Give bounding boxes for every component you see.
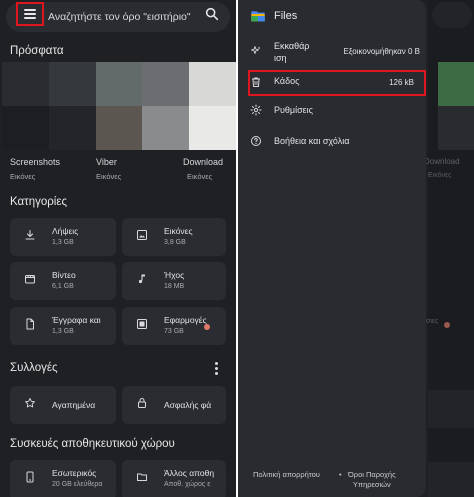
drawer-item-label: Βοήθεια και σχόλια: [274, 136, 350, 146]
footer-separator: •: [339, 470, 342, 479]
folder-icon: [137, 473, 147, 481]
category-size: 73 GB: [164, 328, 184, 335]
storage-free: Αποθ. χώρος ε: [164, 481, 211, 488]
category-label: Έγγραφα και: [52, 315, 101, 325]
background-label: Download: [424, 157, 460, 166]
files-navigation-drawer-screen: Download Εικόνες σιες Files Εκκαθάρ ιση …: [238, 0, 474, 497]
category-label: Λήψεις: [52, 226, 79, 236]
drawer-item-label: ιση: [274, 53, 287, 63]
drawer-item-label: Εκκαθάρ: [274, 41, 310, 51]
recent-thumbnail[interactable]: [189, 62, 236, 106]
recent-thumbnails[interactable]: [2, 62, 236, 150]
recent-thumbnail[interactable]: [48, 62, 96, 106]
collections-section-title: Συλλογές: [10, 362, 58, 374]
category-size: 6,1 GB: [52, 283, 74, 290]
search-placeholder[interactable]: Αναζητήστε τον όρο "εισιτήριο": [48, 11, 191, 23]
download-icon: [25, 229, 35, 240]
category-size: 1,3 GB: [52, 328, 74, 335]
category-label: Εφαρμογές: [164, 315, 207, 325]
category-size: 1,3 GB: [52, 239, 74, 246]
phone-icon: [26, 471, 34, 483]
category-size: 18 MB: [164, 283, 185, 290]
files-logo-icon: [251, 11, 265, 22]
music-note-icon: [138, 274, 145, 284]
recent-section-title: Πρόσφατα: [10, 45, 64, 57]
recent-folder-type: Εικόνες: [187, 172, 213, 181]
collection-favorites[interactable]: Αγαπημένα: [10, 386, 116, 424]
image-icon: [137, 230, 147, 240]
recent-thumbnail[interactable]: [95, 62, 143, 106]
background-content: Download Εικόνες σιες: [424, 0, 474, 497]
storage-internal[interactable]: Εσωτερικός 20 GB ελεύθερα: [10, 460, 116, 497]
drawer-item-label: Κάδος: [274, 76, 300, 86]
video-icon: [25, 275, 35, 284]
terms-line: Υπηρεσιών: [352, 480, 391, 489]
help-icon: [251, 136, 261, 146]
storage-label: Άλλος αποθη: [164, 468, 215, 478]
sparkle-icon: [251, 46, 261, 54]
lock-icon: [138, 398, 146, 408]
recent-thumbnail[interactable]: [2, 106, 49, 150]
storage-other[interactable]: Άλλος αποθη Αποθ. χώρος ε: [122, 460, 226, 497]
drawer-item-clean[interactable]: Εκκαθάρ ιση Εξοικονομήθηκαν 0 B: [238, 40, 426, 66]
categories-section-title: Κατηγορίες: [10, 196, 68, 208]
document-icon: [26, 318, 34, 330]
star-icon: [25, 398, 35, 408]
menu-button[interactable]: [16, 2, 44, 26]
search-icon[interactable]: [204, 6, 220, 22]
drawer-item-value: 126 kB: [389, 78, 414, 87]
storage-label: Εσωτερικός: [52, 468, 97, 478]
recent-thumbnail[interactable]: [95, 106, 143, 150]
recent-folder-type: Εικόνες: [10, 172, 36, 181]
recent-thumbnail[interactable]: [142, 62, 190, 106]
category-label: Ήχος: [164, 270, 185, 280]
gear-icon: [250, 104, 262, 116]
category-downloads[interactable]: Λήψεις 1,3 GB: [10, 218, 116, 256]
recent-folder-name[interactable]: Screenshots: [10, 157, 60, 167]
app-title: Files: [274, 10, 298, 22]
notification-dot: [204, 324, 210, 330]
recent-thumbnail[interactable]: [142, 106, 190, 150]
storage-free: 20 GB ελεύθερα: [52, 481, 103, 488]
category-label: Βίντεο: [52, 270, 76, 280]
category-apps[interactable]: Εφαρμογές 73 GB: [122, 307, 226, 345]
terms-line: Όροι Παροχής: [348, 470, 396, 479]
collection-safe-folder[interactable]: Ασφαλής φά: [122, 386, 226, 424]
more-options-icon[interactable]: [215, 362, 218, 377]
drawer-item-value: Εξοικονομήθηκαν 0 B: [343, 47, 420, 56]
recent-folder-name[interactable]: Download: [183, 157, 223, 167]
drawer-item-label: Ρυθμίσεις: [274, 105, 314, 115]
apps-icon: [137, 319, 147, 329]
storage-section-title: Συσκευές αποθηκευτικού χώρου: [10, 438, 175, 450]
background-label: Εικόνες: [428, 172, 452, 179]
recent-thumbnail[interactable]: [189, 106, 236, 150]
category-documents[interactable]: Έγγραφα και 1,3 GB: [10, 307, 116, 345]
category-images[interactable]: Εικόνες 3,8 GB: [122, 218, 226, 256]
drawer-item-help[interactable]: Βοήθεια και σχόλια: [238, 132, 426, 152]
category-label: Εικόνες: [164, 226, 193, 236]
privacy-policy-link[interactable]: Πολιτική απορρήτου: [253, 470, 320, 480]
category-video[interactable]: Βίντεο 6,1 GB: [10, 262, 116, 300]
navigation-drawer: Files Εκκαθάρ ιση Εξοικονομήθηκαν 0 B Κά…: [238, 0, 426, 497]
files-home-screen: Αναζητήστε τον όρο "εισιτήριο" Πρόσφατα …: [0, 0, 236, 497]
background-label: σιες: [426, 318, 439, 325]
collection-label: Αγαπημένα: [52, 400, 96, 410]
recent-folder-type: Εικόνες: [96, 172, 122, 181]
collection-label: Ασφαλής φά: [164, 400, 212, 410]
search-bar[interactable]: Αναζητήστε τον όρο "εισιτήριο": [6, 2, 230, 32]
recent-thumbnail[interactable]: [48, 106, 96, 150]
drawer-item-trash[interactable]: Κάδος 126 kB: [238, 72, 426, 94]
recent-thumbnail[interactable]: [2, 62, 49, 106]
recent-folder-name[interactable]: Viber: [96, 157, 117, 167]
trash-icon: [252, 77, 260, 87]
drawer-item-settings[interactable]: Ρυθμίσεις: [238, 101, 426, 121]
category-size: 3,8 GB: [164, 239, 186, 246]
hamburger-icon: [24, 9, 36, 19]
terms-of-service-link[interactable]: Όροι Παροχής Υπηρεσιών: [348, 470, 396, 490]
category-audio[interactable]: Ήχος 18 MB: [122, 262, 226, 300]
